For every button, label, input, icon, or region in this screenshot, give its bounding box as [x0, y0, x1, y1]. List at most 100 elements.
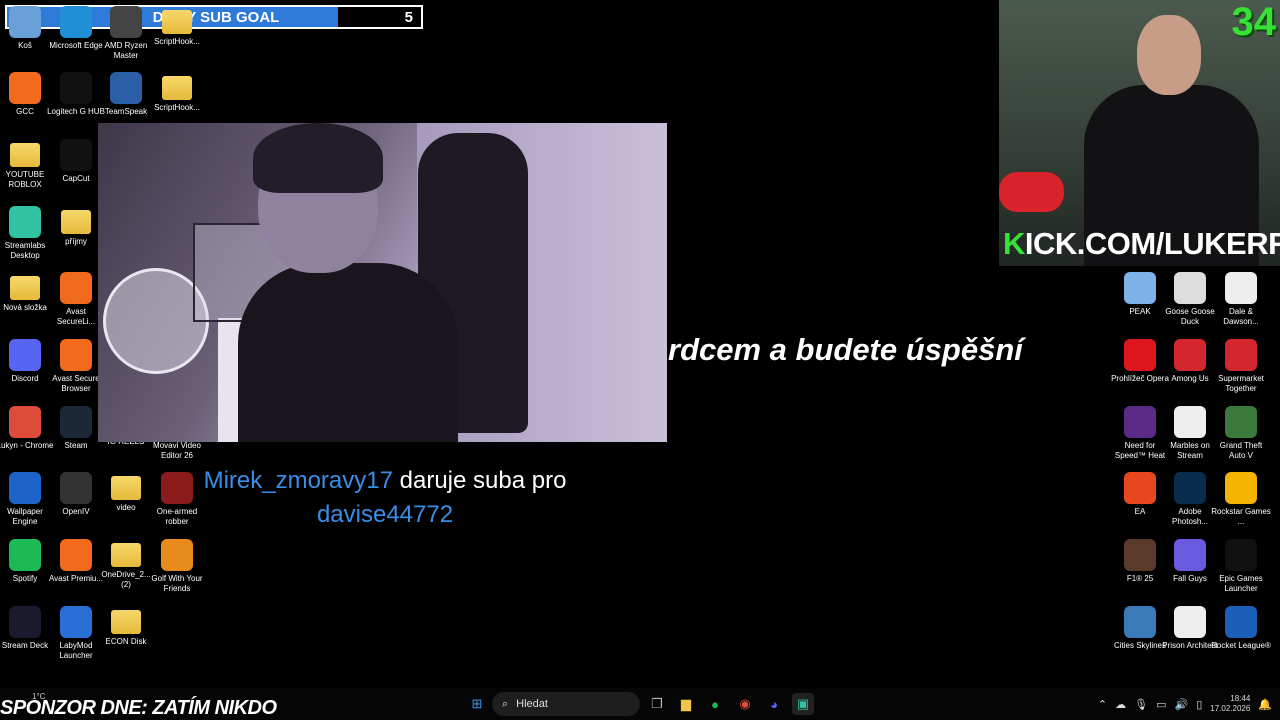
microphone-icon[interactable]: 🎙 — [1134, 698, 1148, 711]
desktop-icon[interactable]: příjmy — [46, 206, 106, 247]
spotify-taskbar-icon[interactable]: ● — [704, 693, 726, 715]
f1-icon — [1124, 539, 1156, 571]
sub-goal-target: 5 — [404, 9, 413, 26]
desktop-icon[interactable]: Avast SecureLi... — [46, 272, 106, 327]
folder-icon — [10, 143, 40, 167]
avast-premium-icon — [60, 539, 92, 571]
desktop-icon-label: Avast SecureLi... — [56, 307, 96, 326]
desktop-icon-label: příjmy — [65, 237, 87, 246]
desktop-icon[interactable]: ScriptHook... — [147, 6, 207, 47]
stream-deck-icon — [9, 606, 41, 638]
folder-icon — [111, 543, 141, 567]
folder-icon — [10, 276, 40, 300]
start-button[interactable]: ⊞ — [466, 693, 488, 715]
cam-counter: 34 — [1231, 0, 1277, 44]
search-icon: ⌕ — [502, 697, 509, 710]
photoshop-icon — [1174, 472, 1206, 504]
sub-alert: Mirek_zmoravy17 daruje suba pro davise44… — [185, 464, 585, 532]
epic-games-icon — [1225, 539, 1257, 571]
folder-icon — [61, 210, 91, 234]
chrome-taskbar-icon[interactable]: ◉ — [734, 693, 756, 715]
desktop-icon[interactable]: Dale & Dawson... — [1211, 272, 1271, 327]
rocket-league-icon — [1225, 606, 1257, 638]
taskbar-search[interactable]: ⌕ Hledat — [492, 692, 640, 716]
sub-alert-user: Mirek_zmoravy17 — [203, 467, 393, 494]
peak-icon — [1124, 272, 1156, 304]
file-explorer-icon[interactable]: ▆ — [675, 693, 697, 715]
person-body — [238, 263, 458, 442]
search-placeholder: Hledat — [516, 698, 548, 710]
chevron-up-icon[interactable]: ⌃ — [1098, 698, 1107, 711]
supermarket-icon — [1225, 339, 1257, 371]
desktop-icon-label: Avast Secure Browser — [52, 374, 100, 393]
openiv-icon — [60, 472, 92, 504]
dale-dawson-icon — [1225, 272, 1257, 304]
microphone-image — [999, 172, 1064, 212]
marbles-icon — [1174, 406, 1206, 438]
desktop-icon-label: ECON Disk — [105, 637, 147, 646]
desktop-icon[interactable]: Rockstar Games ... — [1211, 472, 1271, 527]
desktop-icon-label: Rocket League® — [1211, 641, 1271, 650]
desktop-icon[interactable]: Supermarket Together — [1211, 339, 1271, 394]
kick-channel-url: KICK.COM/LUKERRIS — [1003, 226, 1280, 261]
folder-icon — [111, 610, 141, 634]
desktop-icon[interactable]: ScriptHook... — [147, 72, 207, 113]
rockstar-icon — [1225, 472, 1257, 504]
task-view-icon[interactable]: ❐ — [646, 693, 668, 715]
slogan-text: rdcem a budete úspěšní — [668, 332, 1023, 367]
gcc-icon — [9, 72, 41, 104]
battery-icon[interactable]: ▯ — [1196, 698, 1202, 711]
desktop-icon[interactable]: ECON Disk — [96, 606, 156, 647]
prison-architect-icon — [1174, 606, 1206, 638]
discord-taskbar-icon[interactable]: ◕ — [763, 693, 785, 715]
desktop-icon-label: Rockstar Games ... — [1211, 507, 1271, 526]
golf-icon — [161, 539, 193, 571]
volume-icon[interactable]: 🔊 — [1174, 698, 1188, 711]
folder-icon — [111, 476, 141, 500]
cities-icon — [1124, 606, 1156, 638]
ea-icon — [1124, 472, 1156, 504]
recycle-bin-icon — [9, 6, 41, 38]
desktop-icon[interactable]: CapCut — [46, 139, 106, 184]
desktop-icon[interactable]: Avast Secure Browser — [46, 339, 106, 394]
system-tray: ⌃ ☁ 🎙 ▭ 🔊 ▯ 18:44 17.02.2026 🔔 — [1098, 692, 1272, 716]
wallpaper-engine-icon — [9, 472, 41, 504]
notification-icon[interactable]: 🔔 — [1258, 698, 1272, 711]
clock[interactable]: 18:44 17.02.2026 — [1210, 694, 1250, 714]
amd-icon — [110, 6, 142, 38]
desktop-icon[interactable]: Rocket League® — [1211, 606, 1271, 651]
desktop-icon-label: Golf With Your Friends — [151, 574, 203, 593]
desktop-icon[interactable]: Epic Games Launcher — [1211, 539, 1271, 594]
network-icon[interactable]: ▭ — [1156, 698, 1166, 711]
avast-browser-icon — [60, 339, 92, 371]
goose-icon — [1174, 272, 1206, 304]
sub-alert-text: daruje suba pro — [399, 467, 567, 494]
folder-icon — [162, 10, 192, 34]
desktop-icon-label: ScriptHook... — [154, 103, 200, 112]
desktop-icon-label: Dale & Dawson... — [1223, 307, 1259, 326]
folder-icon — [162, 76, 192, 100]
sub-alert-recipient: davise44772 — [316, 501, 454, 528]
streamlabs-taskbar-icon[interactable]: ▣ — [792, 693, 814, 715]
nfs-icon — [1124, 406, 1156, 438]
sponsor-banner: SPONZOR DNE: ZATÍM NIKDO — [0, 697, 277, 719]
spotify-icon — [9, 539, 41, 571]
desktop-icon[interactable]: Grand Theft Auto V — [1211, 406, 1271, 461]
steam-icon — [60, 406, 92, 438]
fall-guys-icon — [1174, 539, 1206, 571]
desktop-icon[interactable]: Golf With Your Friends — [147, 539, 207, 594]
among-us-icon — [1174, 339, 1206, 371]
streamer-face — [1137, 15, 1201, 95]
video-overlay — [98, 123, 667, 442]
avast-secureline-icon — [60, 272, 92, 304]
desktop-icon-label: Supermarket Together — [1218, 374, 1264, 393]
discord-icon — [9, 339, 41, 371]
cloud-icon[interactable]: ☁ — [1115, 698, 1126, 711]
capcut-icon — [60, 139, 92, 171]
desktop-icon-label: Grand Theft Auto V — [1219, 441, 1263, 460]
labymod-icon — [60, 606, 92, 638]
edge-icon — [60, 6, 92, 38]
streamlabs-icon — [9, 206, 41, 238]
desktop-icon-label: Movavi Video Editor 26 — [153, 441, 201, 460]
gta-icon — [1225, 406, 1257, 438]
